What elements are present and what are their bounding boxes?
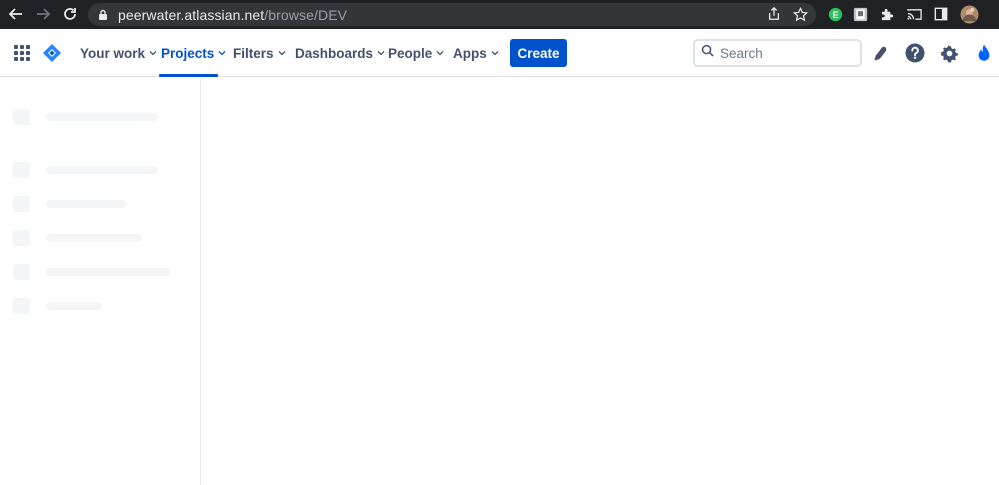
search-icon — [701, 44, 714, 62]
url-text[interactable]: peerwater.atlassian.net/browse/DEV — [118, 7, 347, 23]
nav-projects[interactable]: Projects — [161, 29, 226, 77]
svg-text:E: E — [832, 9, 838, 19]
app-switcher-icon[interactable] — [14, 45, 30, 61]
url-path: /browse/DEV — [264, 6, 348, 23]
sidebar-skeleton-item — [13, 196, 126, 212]
main-content-area — [202, 78, 999, 485]
help-icon[interactable] — [904, 42, 926, 64]
cast-icon[interactable] — [905, 5, 923, 23]
forward-icon[interactable] — [31, 2, 55, 26]
nav-your-work-label: Your work — [80, 45, 146, 61]
skeleton-icon — [13, 264, 30, 280]
browser-toolbar: peerwater.atlassian.net/browse/DEV E — [0, 0, 999, 29]
sidebar-skeleton-item — [13, 298, 102, 314]
chevron-down-icon — [436, 49, 444, 57]
bookmark-star-icon[interactable] — [792, 6, 808, 22]
skeleton-icon — [13, 109, 30, 125]
lock-icon[interactable] — [98, 9, 108, 21]
skeleton-text — [46, 302, 102, 310]
nav-projects-label: Projects — [161, 45, 215, 61]
chevron-down-icon — [149, 49, 157, 57]
nav-filters[interactable]: Filters — [233, 29, 286, 77]
product-drop-logo-icon[interactable] — [973, 42, 995, 64]
settings-gear-icon[interactable] — [938, 42, 960, 64]
search-input[interactable] — [720, 45, 850, 61]
extension-evernote-icon[interactable]: E — [826, 5, 844, 23]
sidebar-skeleton-item — [13, 230, 142, 246]
skeleton-icon — [13, 298, 30, 314]
skeleton-text — [46, 113, 158, 121]
nav-people[interactable]: People — [388, 29, 444, 77]
nav-dashboards-label: Dashboards — [295, 45, 374, 61]
share-icon[interactable] — [766, 6, 782, 22]
sidebar-skeleton-item — [13, 264, 171, 280]
nav-people-label: People — [388, 45, 433, 61]
skeleton-text — [46, 166, 158, 174]
skeleton-text — [46, 200, 126, 208]
chevron-down-icon — [278, 49, 286, 57]
nav-apps[interactable]: Apps — [453, 29, 499, 77]
nav-filters-label: Filters — [233, 45, 274, 61]
sidebar-skeleton-item — [13, 162, 158, 178]
skeleton-icon — [13, 196, 30, 212]
active-tab-indicator — [159, 74, 218, 77]
jira-top-navigation: Your work Projects Filters Dashboards Pe… — [0, 29, 999, 77]
nav-dashboards[interactable]: Dashboards — [295, 29, 385, 77]
sidebar-skeleton-item — [13, 109, 158, 125]
side-panel-icon[interactable] — [932, 5, 950, 23]
address-bar[interactable]: peerwater.atlassian.net/browse/DEV — [88, 3, 816, 26]
back-icon[interactable] — [4, 2, 28, 26]
jira-logo-icon[interactable] — [42, 43, 62, 63]
profile-avatar[interactable] — [959, 4, 979, 24]
create-button[interactable]: Create — [510, 39, 567, 67]
chevron-down-icon — [218, 49, 226, 57]
project-sidebar — [0, 78, 201, 485]
chevron-down-icon — [491, 49, 499, 57]
search-box[interactable] — [693, 39, 862, 67]
skeleton-text — [46, 234, 142, 242]
nav-apps-label: Apps — [453, 45, 487, 61]
skeleton-icon — [13, 230, 30, 246]
nav-your-work[interactable]: Your work — [80, 29, 157, 77]
skeleton-text — [46, 268, 171, 276]
extensions-puzzle-icon[interactable] — [878, 5, 896, 23]
skeleton-icon — [13, 162, 30, 178]
reload-icon[interactable] — [58, 2, 82, 26]
notifications-bell-icon[interactable] — [870, 42, 892, 64]
url-host: peerwater.atlassian.net — [118, 6, 265, 23]
chevron-down-icon — [377, 49, 385, 57]
extension-app-icon[interactable] — [851, 5, 869, 23]
